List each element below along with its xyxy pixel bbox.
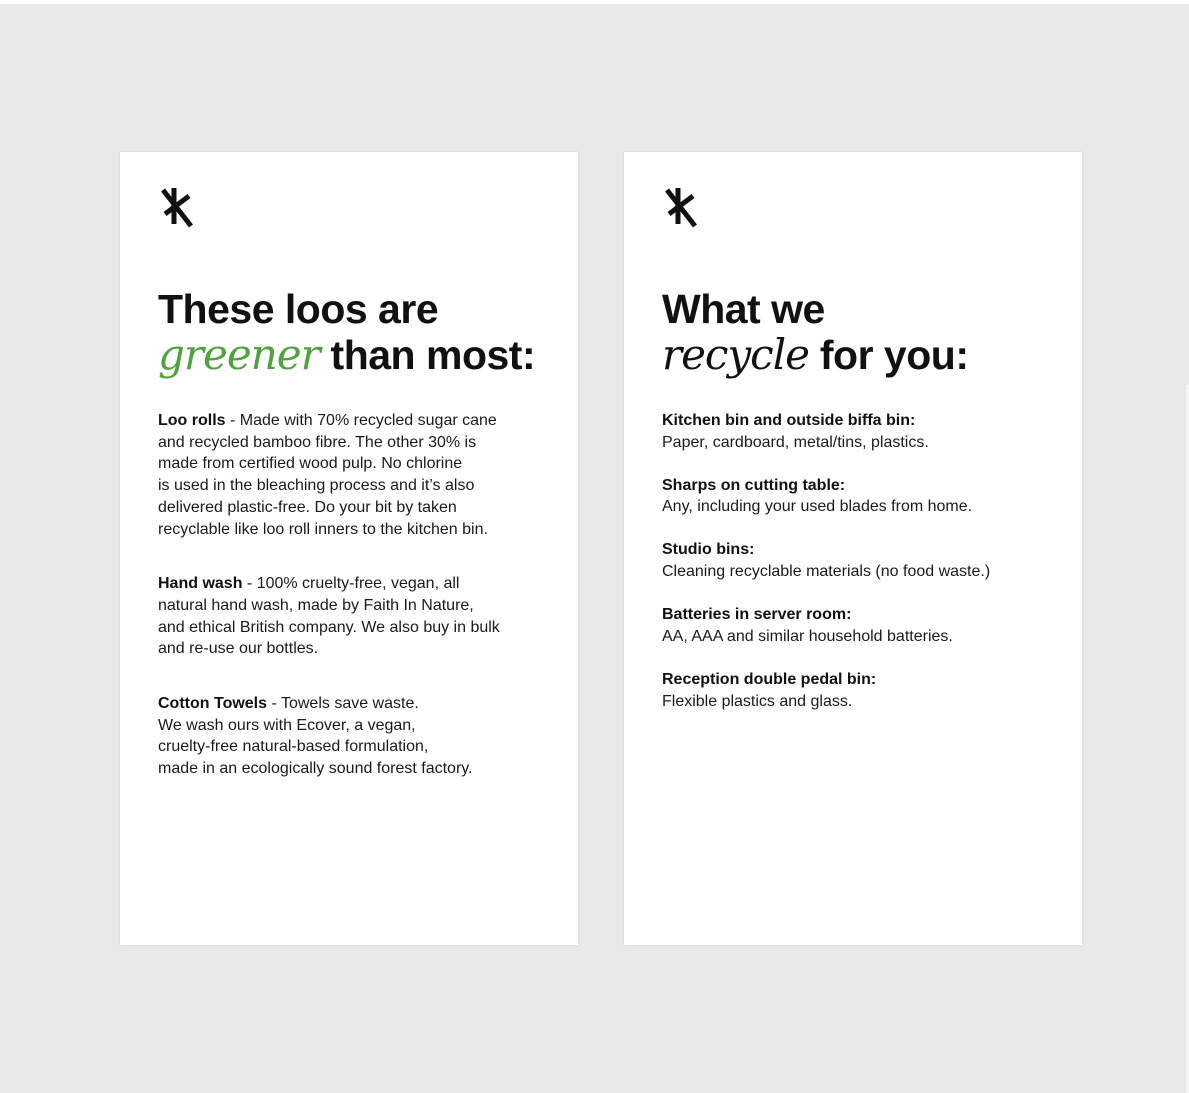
paragraph-line: and re-use our bottles. [158,640,319,658]
paragraph-title: Hand wash [158,575,243,593]
right-heading: What we recycle for you: [662,286,969,379]
list-item-title: Studio bins: [662,541,755,559]
list-item: Studio bins: Cleaning recyclable materia… [662,539,1062,582]
paragraph-line: is used in the bleaching process and it’… [158,477,475,495]
paragraph-line: made from certified wood pulp. No chlori… [158,455,463,473]
list-item: Reception double pedal bin: Flexible pla… [662,669,1062,712]
right-heading-rest: for you: [809,332,969,378]
right-heading-line1: What we [662,286,825,332]
left-heading-rest: than most: [319,332,536,378]
paragraph-line: cruelty-free natural-based formulation, [158,738,429,756]
list-item: Kitchen bin and outside biffa bin: Paper… [662,410,1062,453]
paragraph-hand-wash: Hand wash - 100% cruelty-free, vegan, al… [158,573,558,660]
list-item-title: Sharps on cutting table: [662,476,846,494]
list-item-desc: Cleaning recyclable materials (no food w… [662,563,991,581]
left-heading-line1: These loos are [158,286,439,332]
paragraph-line: natural hand wash, made by Faith In Natu… [158,596,474,614]
paragraph-first-line: - Made with 70% recycled sugar cane [225,412,497,429]
left-heading: These loos are greener than most: [158,286,536,379]
paragraph-cotton-towels: Cotton Towels - Towels save waste. We wa… [158,693,558,780]
list-item-desc: Flexible plastics and glass. [662,692,853,710]
list-item-desc: AA, AAA and similar household batteries. [662,627,953,645]
paragraph-line: and recycled bamboo fibre. The other 30%… [158,433,477,451]
paragraph-first-line: - 100% cruelty-free, vegan, all [242,575,460,593]
paragraph-title: Loo rolls [158,412,226,429]
list-item-desc: Any, including your used blades from hom… [662,498,973,516]
top-strip [0,0,1189,4]
list-item-desc: Paper, cardboard, metal/tins, plastics. [662,433,929,451]
paragraph-line: We wash ours with Ecover, a vegan, [158,716,416,734]
paragraph-line: made in an ecologically sound forest fac… [158,760,473,778]
right-heading-accent: recycle [662,330,810,379]
list-item-title: Reception double pedal bin: [662,670,877,688]
paragraph-line: recyclable like loo roll inners to the k… [158,520,488,538]
logo-icon [157,186,197,230]
recycle-list: Kitchen bin and outside biffa bin: Paper… [662,410,1062,734]
paragraph-first-line: - Towels save waste. [267,695,419,713]
left-sign-card: These loos are greener than most: Loo ro… [120,152,578,945]
list-item: Sharps on cutting table: Any, including … [662,475,1062,518]
list-item-title: Batteries in server room: [662,606,852,624]
list-item-title: Kitchen bin and outside biffa bin: [662,412,916,429]
paragraph-line: and ethical British company. We also buy… [158,618,500,636]
paragraph-title: Cotton Towels [158,695,268,713]
paragraph-loo-rolls: Loo rolls - Made with 70% recycled sugar… [158,410,558,540]
left-body: Loo rolls - Made with 70% recycled sugar… [158,410,558,813]
left-heading-accent: greener [158,330,321,379]
paragraph-line: delivered plastic-free. Do your bit by t… [158,498,457,516]
right-sign-card: What we recycle for you: Kitchen bin and… [624,152,1082,945]
logo-icon [661,186,701,230]
list-item: Batteries in server room: AA, AAA and si… [662,604,1062,647]
